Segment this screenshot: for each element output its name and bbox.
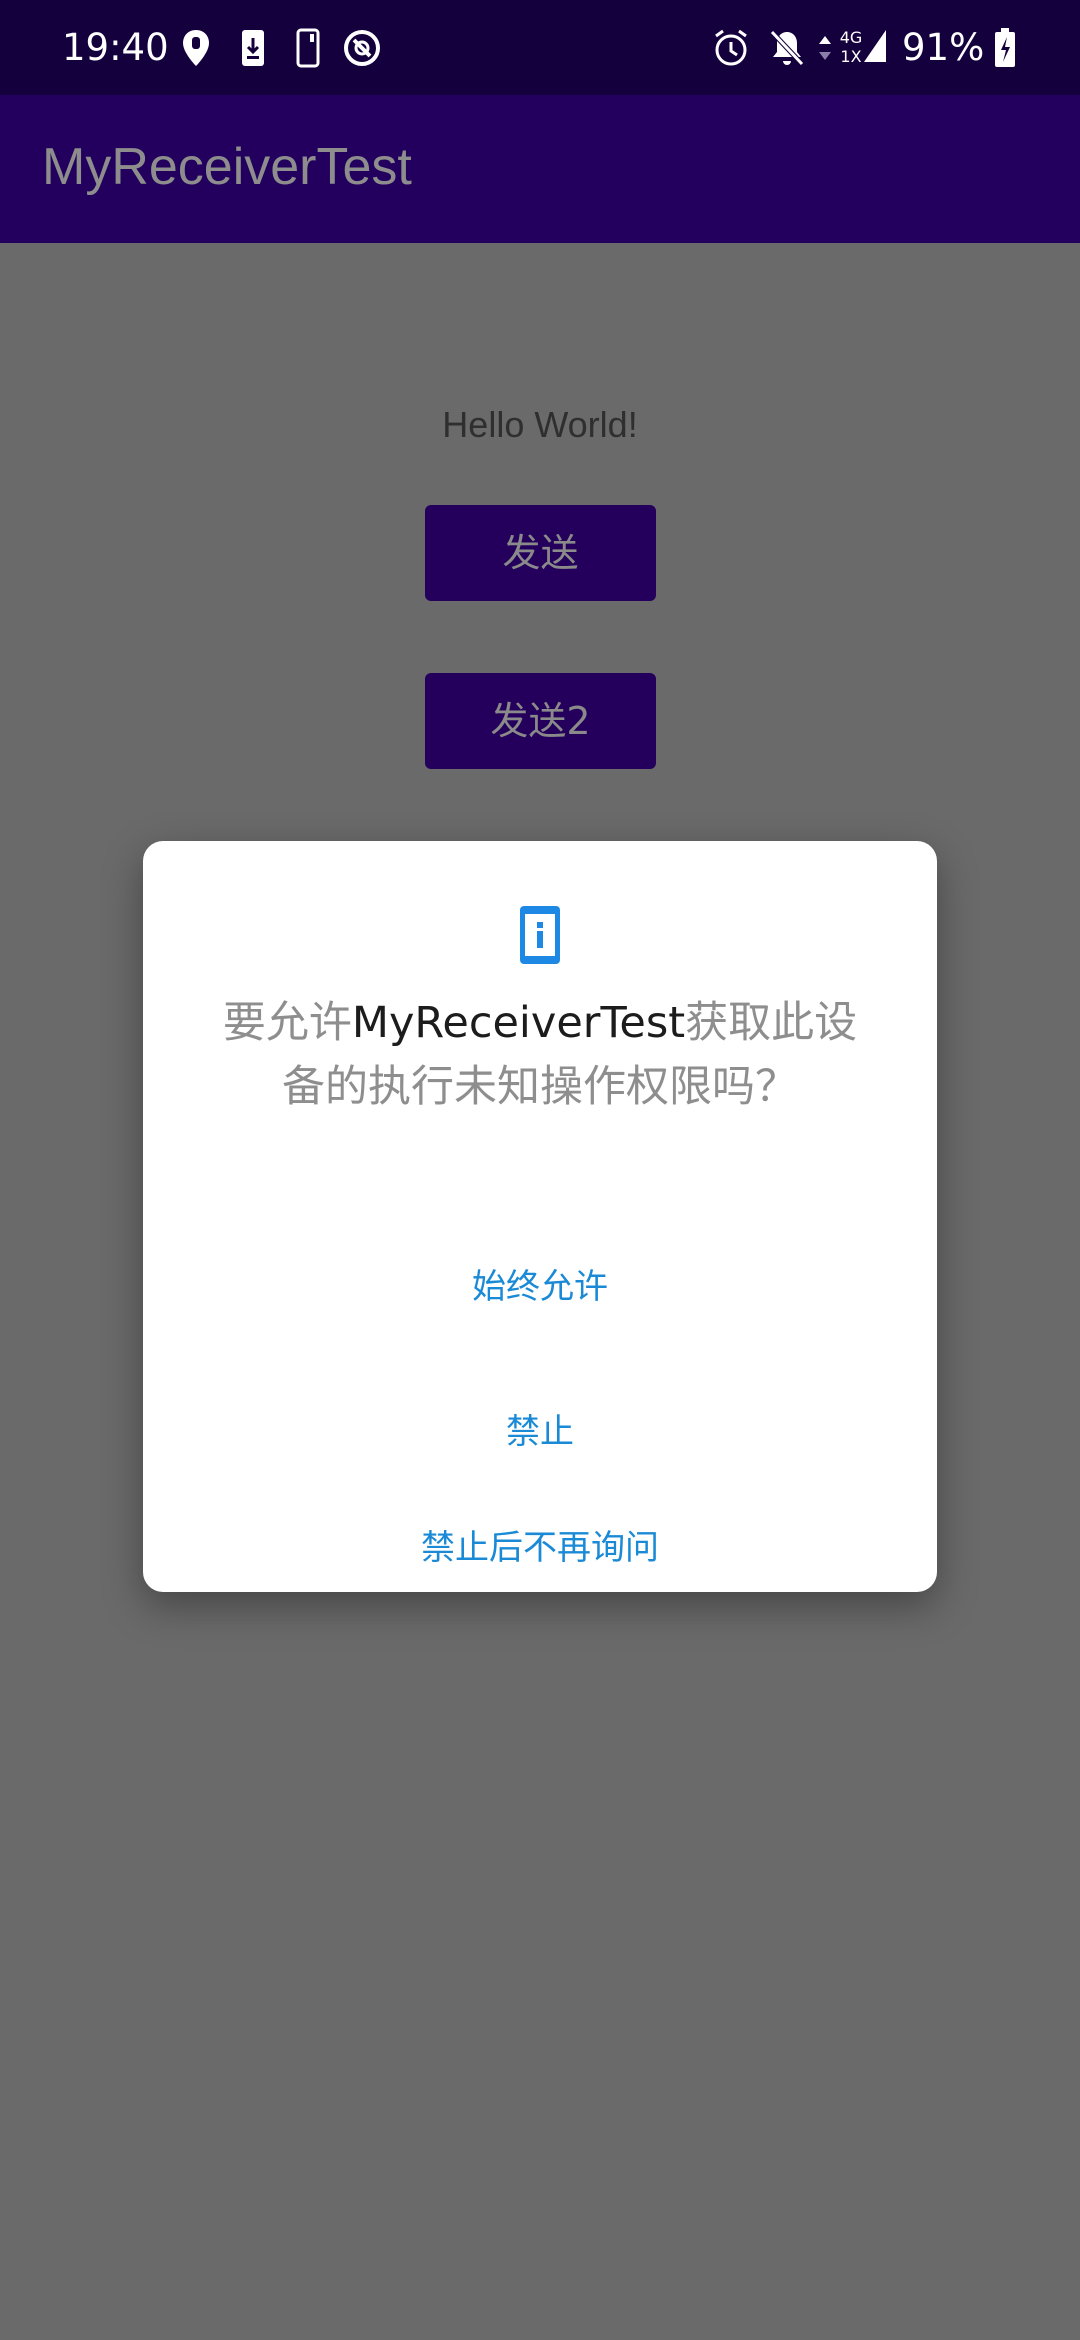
always-allow-button[interactable]: 始终允许 xyxy=(143,1232,937,1342)
message-prefix: 要允许 xyxy=(222,998,352,1048)
permission-message: 要允许MyReceiverTest获取此设备的执行未知操作权限吗？ xyxy=(203,991,877,1119)
signal-icon xyxy=(864,30,886,62)
bell-muted-icon xyxy=(770,30,804,66)
app-title: MyReceiverTest xyxy=(42,138,412,196)
sync-blocked-icon xyxy=(344,30,380,66)
deny-button[interactable]: 禁止 xyxy=(143,1377,937,1487)
data-arrows-icon xyxy=(819,36,831,60)
battery-charging-icon xyxy=(995,28,1015,67)
phone-icon xyxy=(296,28,320,68)
app-bar: MyReceiverTest xyxy=(0,95,1080,243)
battery-percent: 91% xyxy=(902,26,985,69)
location-pin-icon xyxy=(183,30,209,66)
status-bar: 19:40 4G 1X 91% xyxy=(0,0,1080,95)
send-button[interactable]: 发送 xyxy=(425,505,656,601)
message-app-name: MyReceiverTest xyxy=(351,998,686,1048)
info-phone-icon xyxy=(520,906,560,964)
download-icon xyxy=(242,30,264,66)
permission-dialog: 要允许MyReceiverTest获取此设备的执行未知操作权限吗？ 始终允许 禁… xyxy=(143,841,937,1592)
hello-text: Hello World! xyxy=(442,404,638,445)
send2-button[interactable]: 发送2 xyxy=(425,673,656,769)
alarm-icon xyxy=(715,29,747,66)
status-time: 19:40 xyxy=(62,26,169,69)
deny-dont-ask-button[interactable]: 禁止后不再询问 xyxy=(143,1518,937,1578)
